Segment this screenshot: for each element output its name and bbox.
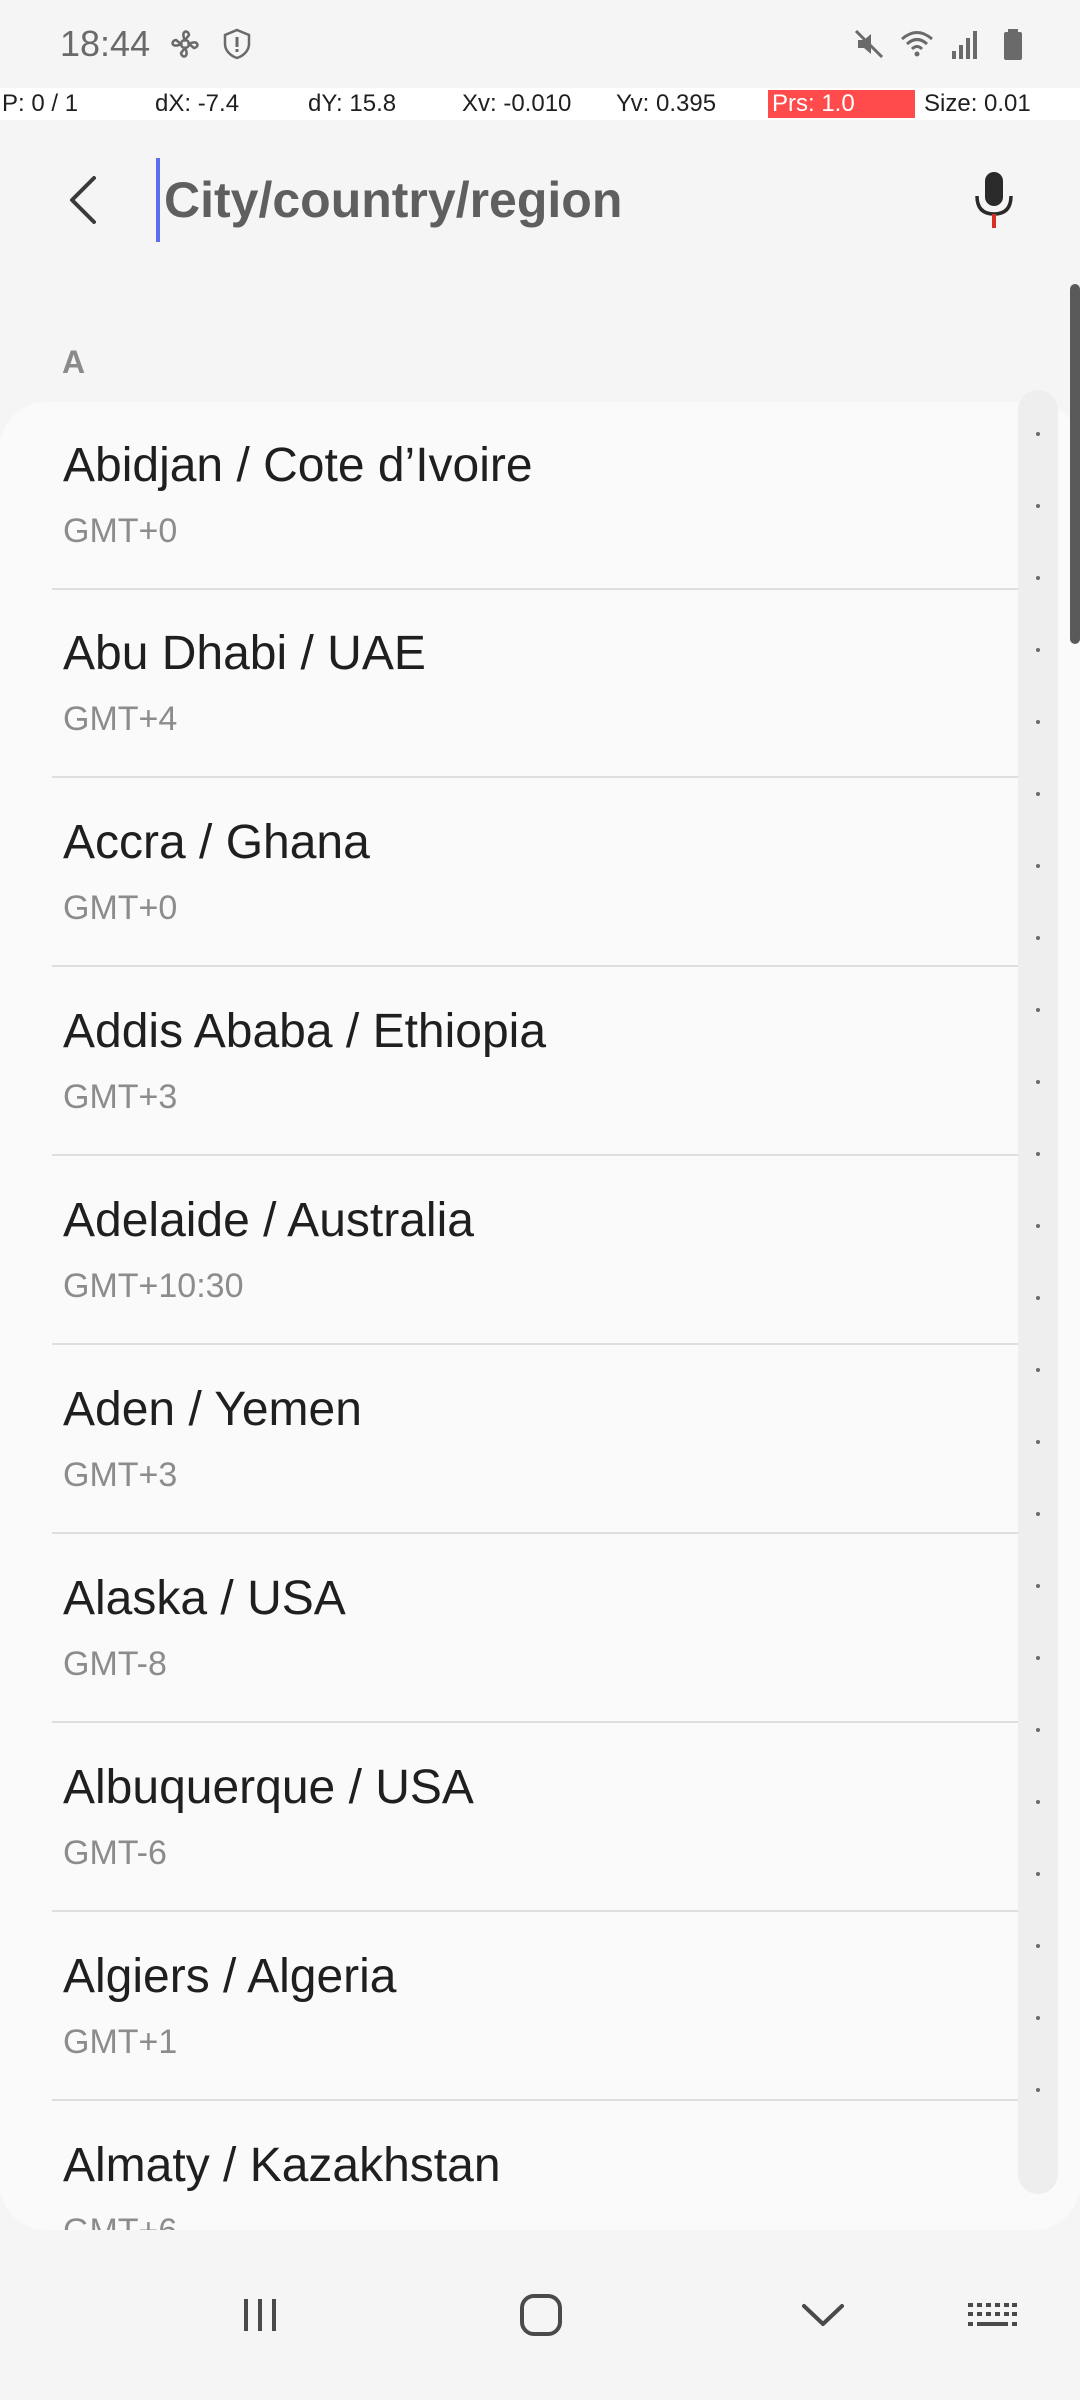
city-list-item[interactable]: Aden / Yemen GMT+3 [0,1346,1020,1534]
city-list-item[interactable]: Algiers / Algeria GMT+1 [0,1913,1020,2101]
city-list-item[interactable]: Adelaide / Australia GMT+10:30 [0,1157,1020,1345]
index-dot [1036,1368,1040,1372]
city-list-item[interactable]: Addis Ababa / Ethiopia GMT+3 [0,968,1020,1156]
index-dot [1036,1296,1040,1300]
hide-keyboard-button[interactable] [768,2270,878,2360]
list-divider [52,1532,1020,1534]
home-button[interactable] [486,2270,596,2360]
index-dot [1036,1008,1040,1012]
city-name: Aden / Yemen [63,1383,362,1436]
keyboard-button[interactable] [937,2270,1047,2360]
city-name: Almaty / Kazakhstan [63,2139,501,2192]
city-name: Abu Dhabi / UAE [63,627,426,680]
index-dot [1036,1584,1040,1588]
debug-pointer-count: P: 0 / 1 [2,90,79,117]
wifi-icon [901,31,933,57]
city-list-item[interactable]: Abu Dhabi / UAE GMT+4 [0,590,1020,778]
debug-yv: Yv: 0.395 [616,90,717,117]
index-dot [1036,1080,1040,1084]
pointer-debug-overlay: P: 0 / 1 dX: -7.4 dY: 15.8 Xv: -0.010 Yv… [0,88,1080,120]
index-dot [1036,2088,1040,2092]
index-dot [1036,1440,1040,1444]
index-dot [1036,1512,1040,1516]
debug-xv: Xv: -0.010 [462,90,572,117]
city-list-item[interactable]: Abidjan / Cote d’Ivoire GMT+0 [0,402,1020,590]
city-name: Addis Ababa / Ethiopia [63,1005,547,1058]
city-timezone: GMT-6 [63,1834,167,1872]
index-dot [1036,1224,1040,1228]
city-timezone: GMT+3 [63,1456,178,1494]
index-dot [1036,720,1040,724]
status-left: 18:44 [60,23,254,65]
list-divider [52,776,1020,778]
list-divider [52,1721,1020,1723]
list-divider [52,2099,1020,2101]
status-right [852,27,1030,61]
city-name: Algiers / Algeria [63,1950,397,2003]
index-dot [1036,1800,1040,1804]
scrollbar-thumb[interactable] [1070,284,1080,644]
shield-icon [223,28,251,60]
city-timezone: GMT-8 [63,1645,167,1683]
city-name: Abidjan / Cote d’Ivoire [63,439,533,492]
city-list-item[interactable]: Alaska / USA GMT-8 [0,1535,1020,1723]
mute-icon [854,29,884,59]
city-timezone: GMT+10:30 [63,1267,244,1305]
city-timezone: GMT+3 [63,1078,178,1116]
recents-button[interactable] [205,2270,315,2360]
keyboard-icon [968,2303,1017,2326]
list-divider [52,965,1020,967]
signal-icon [952,31,977,59]
city-list: Abidjan / Cote d’Ivoire GMT+0 Abu Dhabi … [0,402,1080,2230]
debug-pressure: Prs: 1.0 [768,90,915,118]
city-timezone: GMT+6 [63,2212,177,2230]
index-dot [1036,576,1040,580]
list-divider [52,1910,1020,1912]
navigation-bar [0,2230,1080,2400]
voice-search-button[interactable] [960,162,1028,238]
city-list-item[interactable]: Albuquerque / USA GMT-6 [0,1724,1020,1912]
debug-dx: dX: -7.4 [155,90,240,117]
city-search-input[interactable] [156,158,924,242]
list-divider [52,1343,1020,1345]
city-list-item[interactable]: Accra / Ghana GMT+0 [0,779,1020,967]
index-dot [1036,1728,1040,1732]
index-dot [1036,504,1040,508]
city-timezone: GMT+1 [63,2023,178,2061]
search-header [0,140,1080,260]
index-dot [1036,792,1040,796]
status-time: 18:44 [60,23,151,64]
index-dot [1036,1656,1040,1660]
index-dot [1036,864,1040,868]
index-dot [1036,1944,1040,1948]
recents-icon [244,2299,276,2331]
index-dot [1036,2016,1040,2020]
battery-icon [1004,29,1022,60]
debug-dy: dY: 15.8 [308,90,397,117]
section-header-letter: A [62,344,86,380]
back-arrow-icon [70,176,96,224]
hide-keyboard-icon [802,2304,844,2326]
city-name: Albuquerque / USA [63,1761,474,1814]
list-divider [52,1154,1020,1156]
city-name: Adelaide / Australia [63,1194,474,1247]
microphone-icon [975,172,1013,228]
index-dot [1036,648,1040,652]
city-timezone: GMT+4 [63,700,178,738]
back-button[interactable] [50,166,118,234]
city-timezone: GMT+0 [63,512,178,550]
index-dot [1036,1152,1040,1156]
alphabet-index-scroller[interactable] [1018,390,1058,2194]
index-dot [1036,1872,1040,1876]
index-dot [1036,432,1040,436]
fan-icon [171,30,199,58]
city-list-item[interactable]: Almaty / Kazakhstan GMT+6 [0,2102,1020,2230]
city-name: Accra / Ghana [63,816,370,869]
city-timezone: GMT+0 [63,889,178,927]
debug-size: Size: 0.01 [924,90,1031,117]
status-bar: 18:44 [0,0,1080,88]
city-name: Alaska / USA [63,1572,346,1625]
index-dot [1036,936,1040,940]
home-icon [520,2294,562,2336]
